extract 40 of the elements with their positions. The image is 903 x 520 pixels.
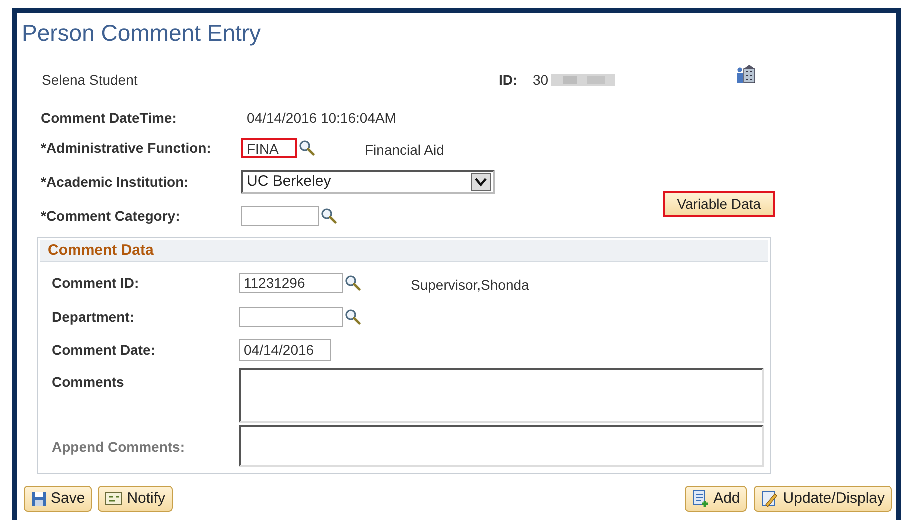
date-field[interactable]: 04/14/2016 <box>239 339 331 361</box>
caret-icon <box>471 173 491 191</box>
input-field[interactable] <box>241 206 319 226</box>
pencil-page-icon <box>761 490 780 508</box>
input-field[interactable] <box>239 307 343 327</box>
field-description: Supervisor,Shonda <box>411 276 530 295</box>
variable-data-button[interactable]: Variable Data <box>663 191 775 217</box>
search-icon[interactable] <box>345 309 361 325</box>
field-label: Append Comments: <box>52 438 186 457</box>
field-value: 04/14/2016 10:16:04AM <box>247 108 396 128</box>
field-label: *Comment Category: <box>41 206 182 226</box>
id-label: ID: <box>499 70 519 90</box>
field-label: *Administrative Function: <box>41 138 212 158</box>
field-label: *Academic Institution: <box>41 172 190 192</box>
text-area[interactable] <box>239 425 764 467</box>
search-icon[interactable] <box>345 275 361 291</box>
search-icon[interactable] <box>321 208 337 224</box>
field-label: Comment ID: <box>52 274 140 292</box>
person-name: Selena Student <box>42 70 139 90</box>
search-icon[interactable] <box>299 140 315 156</box>
field-label: Comment Date: <box>52 340 156 360</box>
note-icon <box>105 492 124 506</box>
field-label: Comment DateTime: <box>41 108 178 128</box>
section-header: Comment Data <box>40 240 768 262</box>
page-title: Person Comment Entry <box>22 19 262 47</box>
add-page-icon <box>692 490 710 508</box>
save-button[interactable]: Save <box>24 486 92 512</box>
notify-button[interactable]: Notify <box>98 486 173 512</box>
add-button[interactable]: Add <box>684 486 748 512</box>
text-area[interactable] <box>239 368 764 423</box>
redaction-blur <box>550 74 615 86</box>
field-label: Comments <box>52 373 126 392</box>
dropdown-field[interactable]: UC Berkeley <box>241 170 495 194</box>
update-button[interactable]: Update/Display <box>754 486 892 512</box>
field-description: Financial Aid <box>365 140 444 160</box>
input-field[interactable]: 11231296 <box>239 273 343 293</box>
input-field[interactable]: FINA <box>241 138 297 158</box>
campus-building-icon[interactable] <box>736 64 756 84</box>
field-label: Department: <box>52 308 136 327</box>
id-value: 30 <box>533 70 549 90</box>
